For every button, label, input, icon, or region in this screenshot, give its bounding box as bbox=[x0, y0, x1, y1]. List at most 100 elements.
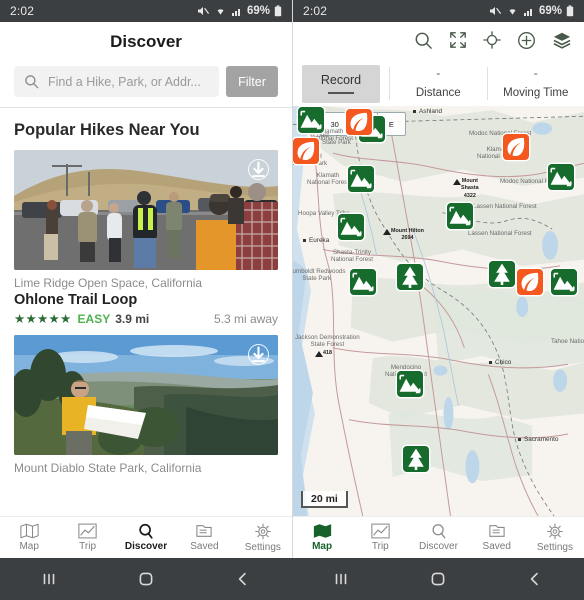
map-marker-mountain[interactable] bbox=[298, 107, 324, 133]
mute-icon bbox=[489, 7, 502, 15]
gear-icon bbox=[547, 523, 563, 539]
nav-item-saved[interactable]: Saved bbox=[175, 523, 233, 552]
map-marker-leaf[interactable] bbox=[517, 269, 543, 295]
scale-bar: 20 mi bbox=[301, 491, 348, 508]
stat-label: Moving Time bbox=[503, 87, 569, 99]
map-panel: 2:02 69% Record - Distance - Moving Time… bbox=[292, 0, 584, 600]
layers-icon[interactable] bbox=[552, 31, 572, 49]
battery-icon bbox=[566, 5, 574, 17]
search-icon[interactable] bbox=[414, 31, 433, 50]
map-marker-mountain[interactable] bbox=[548, 164, 574, 190]
search-placeholder: Find a Hike, Park, or Addr... bbox=[48, 74, 201, 89]
city-dot bbox=[518, 438, 521, 441]
hike-card[interactable]: Mount Diablo State Park, California bbox=[0, 331, 292, 480]
filter-button[interactable]: Filter bbox=[226, 66, 278, 97]
bottom-nav-right: Map Trip Discover Saved Settings bbox=[293, 516, 584, 558]
plus-icon[interactable] bbox=[517, 31, 536, 50]
nav-item-trip[interactable]: Trip bbox=[351, 523, 409, 552]
stat-value: - bbox=[533, 66, 538, 80]
hike-location: Mount Diablo State Park, California bbox=[14, 461, 202, 475]
map-city-label: Sacramento bbox=[524, 436, 559, 443]
map-marker-mountain[interactable] bbox=[551, 269, 577, 295]
map-marker-mountain[interactable] bbox=[348, 166, 374, 192]
recents-icon[interactable] bbox=[19, 571, 79, 587]
hike-photo-overlook bbox=[14, 335, 278, 455]
nav-label: Trip bbox=[371, 541, 389, 552]
photo-illustration bbox=[14, 335, 278, 455]
record-underline bbox=[328, 92, 354, 94]
city-dot bbox=[303, 239, 306, 242]
folder-icon bbox=[489, 525, 505, 537]
back-icon[interactable] bbox=[505, 571, 565, 587]
nav-item-saved[interactable]: Saved bbox=[468, 523, 526, 552]
signal-icon bbox=[523, 9, 532, 16]
nav-item-map[interactable]: Map bbox=[0, 523, 58, 552]
map-marker-tree[interactable] bbox=[403, 446, 429, 472]
photo-illustration bbox=[14, 150, 278, 270]
status-time: 2:02 bbox=[303, 4, 328, 18]
home-icon[interactable] bbox=[116, 571, 176, 587]
map-icon bbox=[313, 524, 331, 538]
stat-distance: - Distance bbox=[390, 61, 487, 106]
map-marker-leaf[interactable] bbox=[293, 138, 319, 164]
map-toolbar bbox=[293, 22, 584, 58]
nav-label: Settings bbox=[244, 541, 281, 553]
nav-label: Saved bbox=[190, 541, 219, 552]
map-marker-mountain[interactable] bbox=[350, 269, 376, 295]
trip-chart-icon bbox=[78, 523, 97, 539]
android-nav-bar bbox=[0, 558, 584, 600]
battery-icon bbox=[274, 5, 282, 17]
city-dot bbox=[489, 361, 492, 364]
nav-label: Discover bbox=[419, 541, 458, 552]
mute-icon bbox=[197, 7, 210, 15]
dual-screenshot: 2:02 69% Discover Find a Hike, Park, or … bbox=[0, 0, 584, 600]
download-icon[interactable] bbox=[248, 159, 269, 180]
trip-chart-icon bbox=[371, 523, 390, 539]
nav-label: Trip bbox=[79, 541, 97, 552]
hike-location: Lime Ridge Open Space, California bbox=[14, 276, 203, 290]
android-nav-right bbox=[292, 558, 584, 600]
record-cell: Record bbox=[293, 61, 389, 106]
hike-feed[interactable]: Popular Hikes Near You Lime Ridge Open S… bbox=[0, 108, 292, 516]
map-marker-mountain[interactable] bbox=[397, 371, 423, 397]
map-marker-leaf[interactable] bbox=[346, 109, 372, 135]
back-icon[interactable] bbox=[213, 571, 273, 587]
search-input[interactable]: Find a Hike, Park, or Addr... bbox=[14, 66, 219, 97]
discover-header: Discover bbox=[0, 22, 292, 62]
map-marker-mountain[interactable] bbox=[338, 214, 364, 240]
map-marker-leaf[interactable] bbox=[503, 134, 529, 160]
nav-item-discover[interactable]: Discover bbox=[409, 523, 467, 552]
record-button[interactable]: Record bbox=[302, 64, 380, 103]
home-icon[interactable] bbox=[408, 571, 468, 587]
map-marker-mountain[interactable] bbox=[447, 203, 473, 229]
map-canvas[interactable]: 30 60 E KlamathNational ForestModoc Nati… bbox=[293, 106, 584, 516]
nav-label: Map bbox=[312, 541, 333, 552]
stat-moving-time: - Moving Time bbox=[488, 61, 584, 106]
record-label: Record bbox=[320, 73, 362, 87]
nav-label: Discover bbox=[124, 541, 168, 552]
hike-title: Ohlone Trail Loop bbox=[14, 292, 138, 308]
search-row: Find a Hike, Park, or Addr... Filter bbox=[0, 62, 292, 107]
nav-item-trip[interactable]: Trip bbox=[58, 523, 116, 552]
map-marker-tree[interactable] bbox=[397, 264, 423, 290]
expand-icon[interactable] bbox=[449, 31, 467, 49]
nav-item-settings[interactable]: Settings bbox=[526, 523, 584, 553]
hike-photo-parking-lot bbox=[14, 150, 278, 270]
recents-icon[interactable] bbox=[311, 571, 371, 587]
stat-label: Distance bbox=[415, 87, 461, 99]
search-icon bbox=[25, 75, 39, 89]
status-bar-right: 2:02 69% bbox=[293, 0, 584, 22]
nav-item-map[interactable]: Map bbox=[293, 523, 351, 552]
download-icon[interactable] bbox=[248, 344, 269, 365]
nav-item-settings[interactable]: Settings bbox=[234, 523, 292, 553]
locate-icon[interactable] bbox=[483, 31, 501, 49]
hike-card[interactable]: Lime Ridge Open Space, California Ohlone… bbox=[0, 150, 292, 331]
peak-triangle-icon bbox=[453, 179, 461, 185]
nav-item-discover[interactable]: Discover bbox=[117, 523, 175, 552]
status-time: 2:02 bbox=[10, 4, 35, 18]
signal-icon bbox=[231, 9, 240, 16]
map-icon bbox=[20, 523, 39, 539]
battery-percent: 69% bbox=[538, 5, 562, 17]
peak-triangle-icon bbox=[315, 351, 323, 357]
map-marker-tree[interactable] bbox=[489, 261, 515, 287]
